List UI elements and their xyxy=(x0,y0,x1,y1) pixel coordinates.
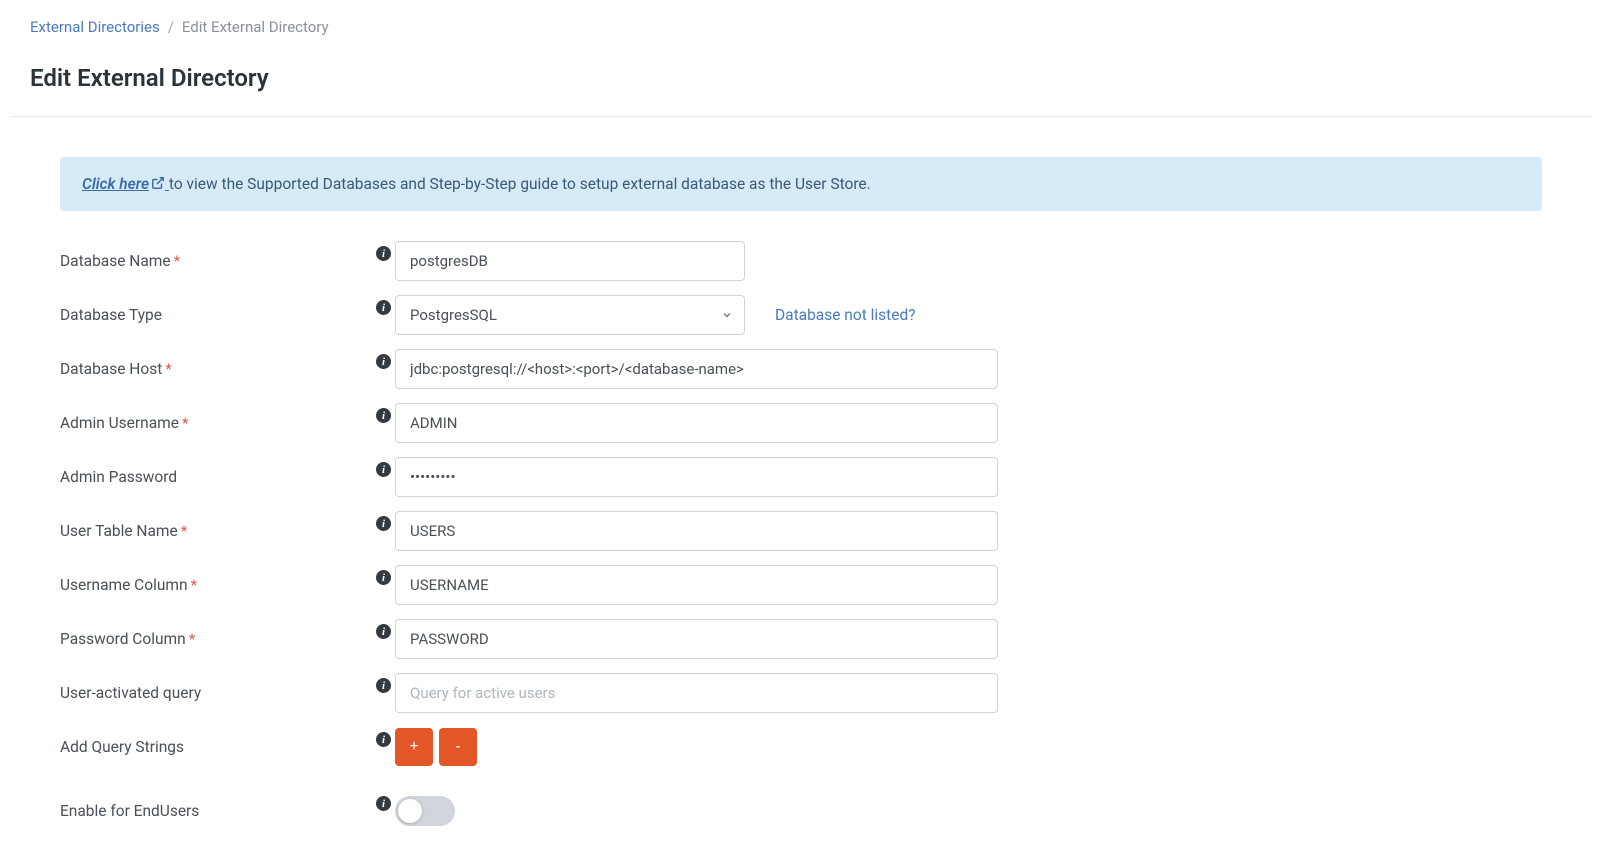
label-password-column: Password Column xyxy=(60,630,186,648)
admin-username-input[interactable] xyxy=(395,403,998,443)
label-admin-password: Admin Password xyxy=(60,468,177,486)
label-add-query-strings: Add Query Strings xyxy=(60,738,184,756)
row-admin-password: Admin Password i xyxy=(60,457,1542,497)
database-host-input[interactable] xyxy=(395,349,998,389)
breadcrumb-current: Edit External Directory xyxy=(182,18,329,36)
label-enable-endusers: Enable for EndUsers xyxy=(60,802,199,820)
info-icon[interactable]: i xyxy=(376,408,391,423)
row-add-query-strings: Add Query Strings i + - xyxy=(60,727,1542,767)
user-table-name-input[interactable] xyxy=(395,511,998,551)
external-link-icon xyxy=(151,176,165,190)
info-banner-text: to view the Supported Databases and Step… xyxy=(169,175,871,193)
label-username-column: Username Column xyxy=(60,576,188,594)
info-icon[interactable]: i xyxy=(376,516,391,531)
password-column-input[interactable] xyxy=(395,619,998,659)
row-database-type: Database Type i PostgresSQL Database not… xyxy=(60,295,1542,335)
info-icon[interactable]: i xyxy=(376,300,391,315)
info-banner: Click here to view the Supported Databas… xyxy=(60,157,1542,211)
required-indicator: * xyxy=(174,252,180,270)
user-activated-query-input[interactable] xyxy=(395,673,998,713)
required-indicator: * xyxy=(165,360,171,378)
add-query-string-button[interactable]: + xyxy=(395,728,433,766)
info-icon[interactable]: i xyxy=(376,570,391,585)
required-indicator: * xyxy=(189,630,195,648)
required-indicator: * xyxy=(181,522,187,540)
row-database-host: Database Host * i xyxy=(60,349,1542,389)
row-password-column: Password Column * i xyxy=(60,619,1542,659)
label-database-host: Database Host xyxy=(60,360,162,378)
page-title: Edit External Directory xyxy=(10,46,1592,116)
username-column-input[interactable] xyxy=(395,565,998,605)
required-indicator: * xyxy=(191,576,197,594)
database-type-select[interactable]: PostgresSQL xyxy=(395,295,745,335)
info-banner-link[interactable]: Click here xyxy=(82,175,169,193)
label-user-table-name: User Table Name xyxy=(60,522,178,540)
info-icon[interactable]: i xyxy=(376,354,391,369)
database-not-listed-link[interactable]: Database not listed? xyxy=(775,306,916,324)
info-icon[interactable]: i xyxy=(376,732,391,747)
row-username-column: Username Column * i xyxy=(60,565,1542,605)
info-banner-link-text: Click here xyxy=(82,175,149,193)
admin-password-input[interactable] xyxy=(395,457,998,497)
database-name-input[interactable] xyxy=(395,241,745,281)
label-admin-username: Admin Username xyxy=(60,414,179,432)
row-user-table-name: User Table Name * i xyxy=(60,511,1542,551)
info-icon[interactable]: i xyxy=(376,246,391,261)
breadcrumb-separator: / xyxy=(168,18,174,36)
label-database-name: Database Name xyxy=(60,252,171,270)
row-enable-endusers: Enable for EndUsers i xyxy=(60,791,1542,831)
breadcrumb: External Directories / Edit External Dir… xyxy=(10,0,1592,46)
breadcrumb-parent-link[interactable]: External Directories xyxy=(30,18,160,36)
info-icon[interactable]: i xyxy=(376,462,391,477)
label-database-type: Database Type xyxy=(60,306,162,324)
info-icon[interactable]: i xyxy=(376,624,391,639)
required-indicator: * xyxy=(182,414,188,432)
enable-endusers-toggle[interactable] xyxy=(395,796,455,826)
toggle-knob xyxy=(398,799,422,823)
remove-query-string-button[interactable]: - xyxy=(439,728,477,766)
label-user-activated-query: User-activated query xyxy=(60,684,201,702)
info-icon[interactable]: i xyxy=(376,678,391,693)
row-database-name: Database Name * i xyxy=(60,241,1542,281)
row-admin-username: Admin Username * i xyxy=(60,403,1542,443)
row-user-activated-query: User-activated query i xyxy=(60,673,1542,713)
